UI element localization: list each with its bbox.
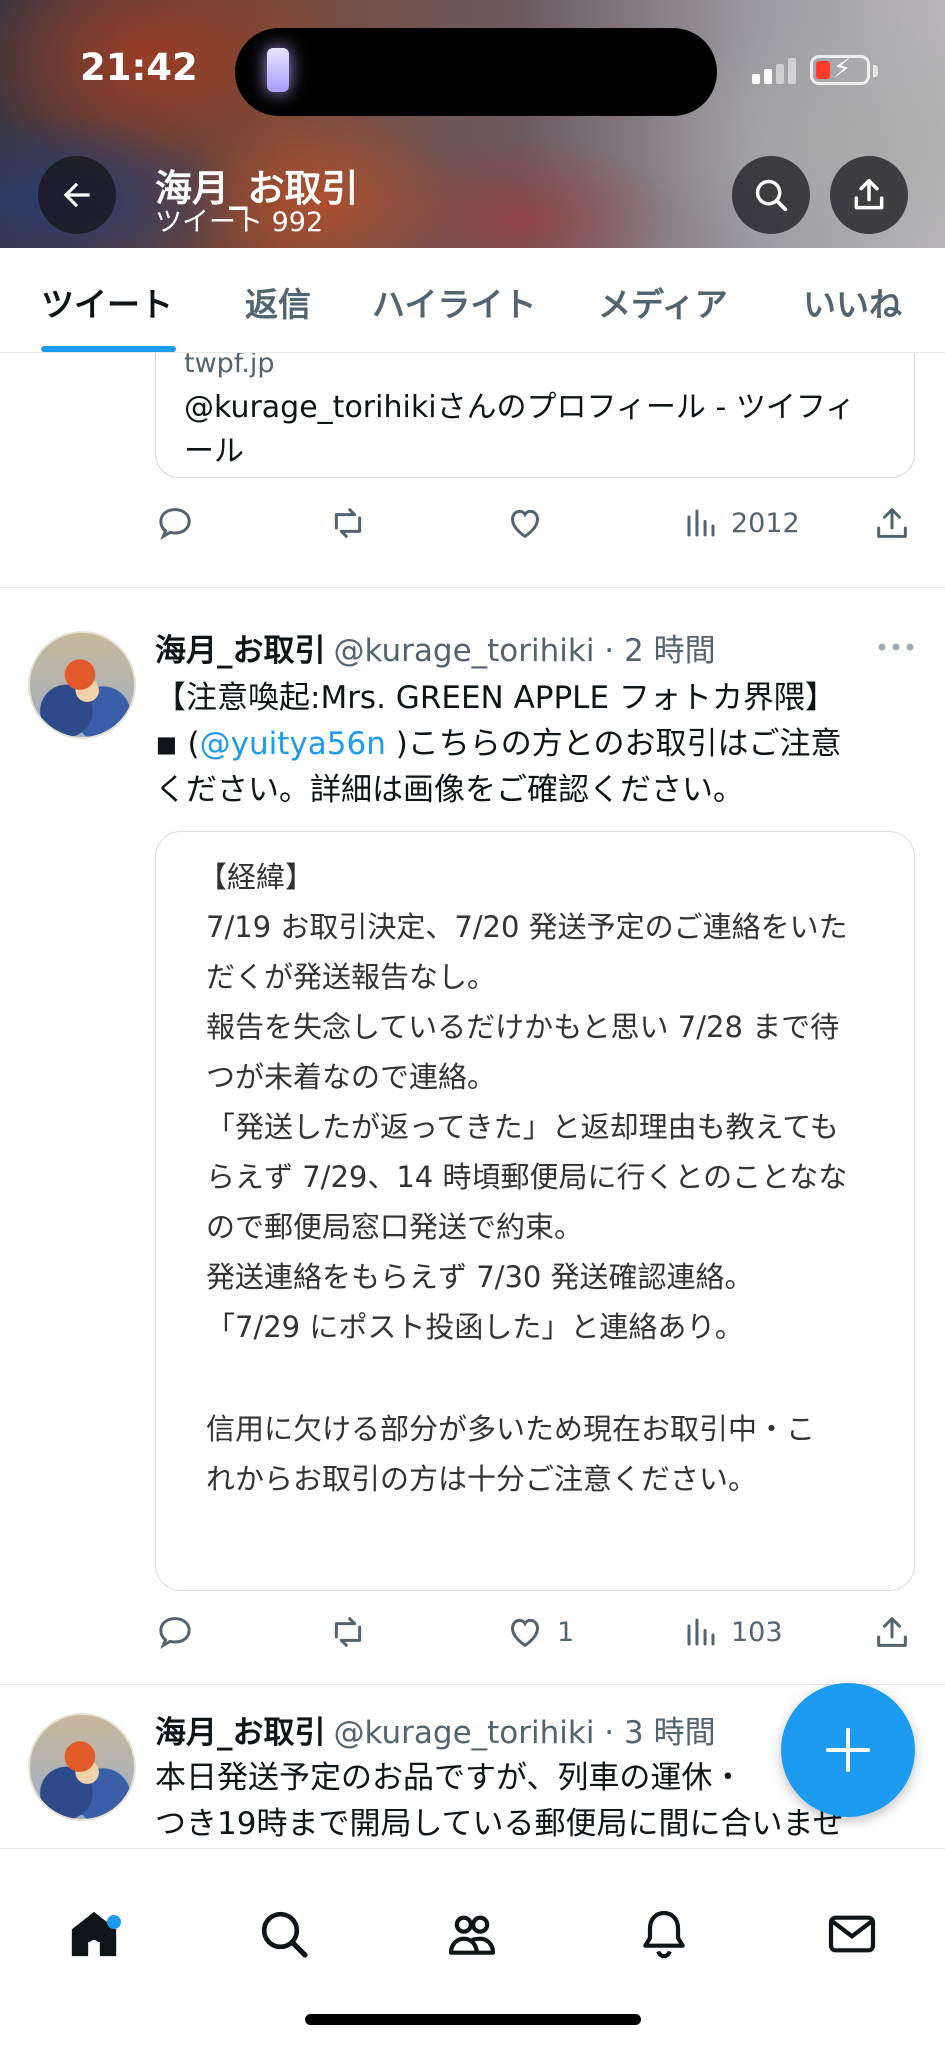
tab-tweets[interactable]: ツイート bbox=[41, 278, 173, 326]
bell-icon[interactable] bbox=[636, 1906, 692, 1962]
home-indicator[interactable] bbox=[305, 2014, 641, 2025]
tab-highlights[interactable]: ハイライト bbox=[372, 278, 536, 326]
tab-media[interactable]: メディア bbox=[598, 278, 728, 326]
dynamic-island bbox=[235, 28, 717, 116]
tweet-header: 海月_お取引 @kurage_torihiki · 2 時間 bbox=[155, 625, 716, 670]
tweet-image[interactable]: 【経緯】 7/19 お取引決定、7/20 発送予定のご連絡をいた だくが発送報告… bbox=[155, 831, 915, 1591]
likes-count: 1 bbox=[557, 1616, 575, 1648]
timeline[interactable]: twpf.jp @kurage_torihikiさんのプロフィール - ツイフィ… bbox=[0, 353, 945, 1848]
plus-icon bbox=[826, 1728, 870, 1772]
mail-icon[interactable] bbox=[824, 1906, 880, 1962]
avatar[interactable] bbox=[28, 1713, 136, 1821]
tweet-actions: 2012 bbox=[155, 498, 915, 548]
tweet-text: 【注意喚起:Mrs. GREEN APPLE フォトカ界隈】 ◾ (@yuity… bbox=[155, 680, 842, 808]
avatar[interactable] bbox=[28, 631, 136, 739]
search-icon[interactable] bbox=[256, 1906, 312, 1962]
tab-likes[interactable]: いいね bbox=[803, 278, 902, 326]
reply-button[interactable] bbox=[155, 1607, 195, 1657]
tweet-actions: 1 103 bbox=[155, 1607, 915, 1657]
communities-icon[interactable] bbox=[444, 1906, 500, 1962]
more-icon[interactable] bbox=[876, 635, 916, 659]
reply-button[interactable] bbox=[155, 498, 195, 548]
back-button[interactable] bbox=[38, 156, 116, 234]
link-domain: twpf.jp bbox=[184, 353, 275, 379]
mention-link[interactable]: @yuitya56n bbox=[200, 726, 386, 762]
profile-tabs: ツイート 返信 ハイライト メディア いいね bbox=[0, 248, 945, 353]
retweet-button[interactable] bbox=[327, 1607, 369, 1657]
tweet-handle-time: @kurage_torihiki · 2 時間 bbox=[333, 633, 716, 669]
share-icon bbox=[877, 508, 907, 538]
compose-button[interactable] bbox=[781, 1683, 915, 1817]
share-tweet-button[interactable] bbox=[872, 1607, 912, 1657]
link-card[interactable]: twpf.jp @kurage_torihikiさんのプロフィール - ツイフィ… bbox=[155, 353, 915, 478]
search-button[interactable] bbox=[732, 156, 810, 234]
retweet-icon bbox=[334, 1617, 362, 1647]
share-button[interactable] bbox=[830, 156, 908, 234]
views-icon bbox=[687, 509, 715, 537]
tab-indicator bbox=[41, 346, 176, 352]
views-count: 2012 bbox=[731, 507, 800, 539]
notification-dot bbox=[107, 1915, 121, 1929]
heart-icon bbox=[510, 1618, 540, 1648]
tweet-author-name[interactable]: 海月_お取引 bbox=[155, 1715, 326, 1751]
battery-icon: ⚡ bbox=[810, 54, 870, 85]
tweet-author-name[interactable]: 海月_お取引 bbox=[155, 633, 326, 669]
views-button[interactable]: 103 bbox=[683, 1607, 783, 1657]
tweet-header: 海月_お取引 @kurage_torihiki · 3 時間 bbox=[155, 1707, 716, 1752]
views-icon bbox=[687, 1618, 715, 1646]
share-icon bbox=[854, 179, 884, 210]
status-time: 21:42 bbox=[80, 46, 198, 89]
arrow-left-icon bbox=[63, 182, 90, 208]
link-title: @kurage_torihikiさんのプロフィール - ツイフィール bbox=[184, 390, 856, 469]
like-button[interactable] bbox=[505, 498, 545, 548]
views-button[interactable]: 2012 bbox=[683, 498, 800, 548]
share-tweet-button[interactable] bbox=[872, 498, 912, 548]
retweet-button[interactable] bbox=[327, 498, 369, 548]
signal-icon bbox=[752, 58, 798, 84]
heart-icon bbox=[510, 509, 540, 539]
search-icon bbox=[755, 179, 788, 212]
like-button[interactable]: 1 bbox=[505, 1607, 574, 1657]
views-count: 103 bbox=[731, 1616, 783, 1648]
retweet-icon bbox=[334, 508, 362, 538]
reply-icon bbox=[159, 1617, 191, 1649]
reply-icon bbox=[159, 508, 191, 540]
header-tweet-count: ツイート 992 bbox=[155, 207, 324, 238]
flashlight-icon bbox=[267, 48, 289, 92]
tab-replies[interactable]: 返信 bbox=[245, 278, 311, 326]
tweet-handle-time: @kurage_torihiki · 3 時間 bbox=[333, 1715, 716, 1751]
share-icon bbox=[877, 1617, 907, 1647]
